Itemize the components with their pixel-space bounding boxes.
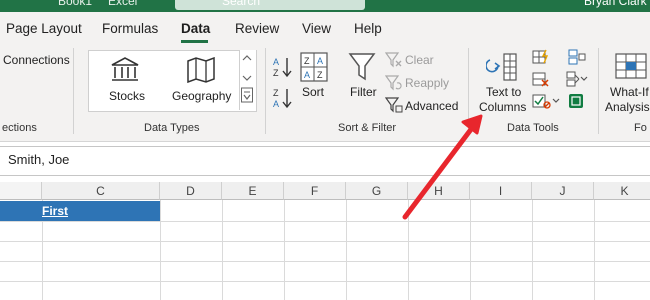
annotation-arrow-icon (402, 114, 483, 220)
